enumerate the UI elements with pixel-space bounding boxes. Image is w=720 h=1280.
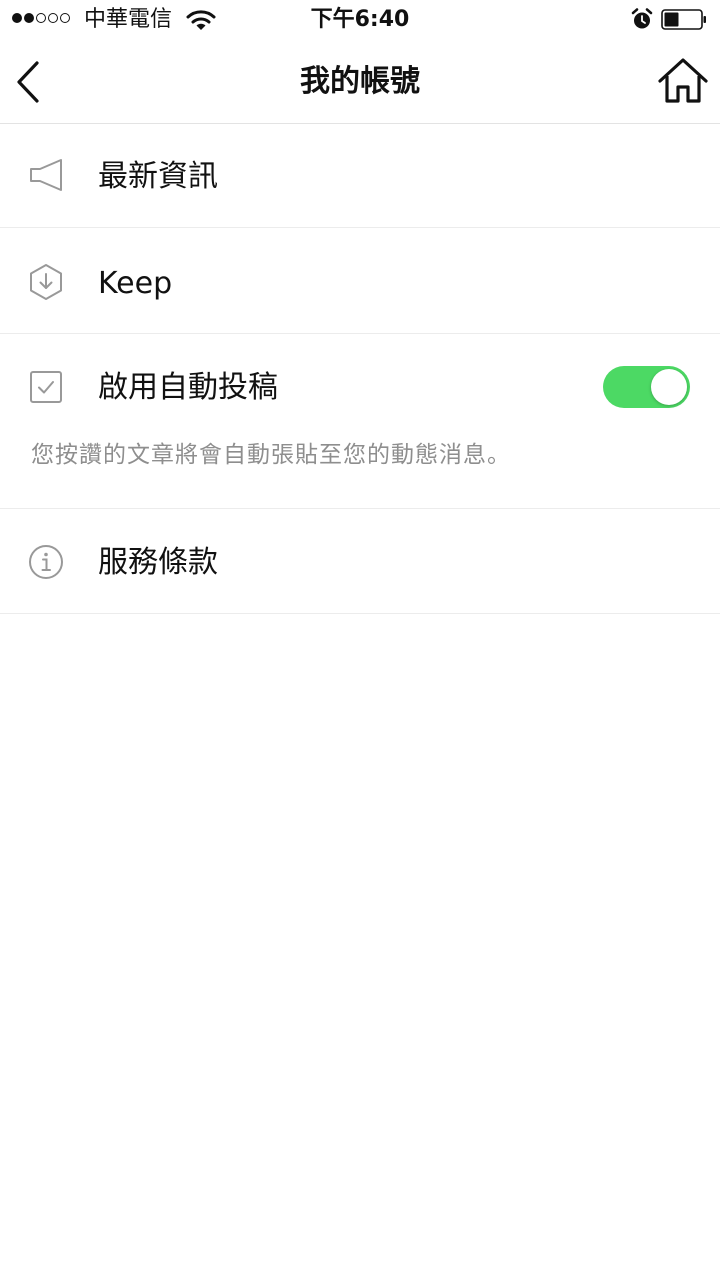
- menu-item-keep[interactable]: Keep: [0, 228, 720, 334]
- page-title: 我的帳號: [300, 64, 420, 99]
- checkbox-icon: [30, 371, 62, 403]
- status-bar: 中華電信 下午6:40: [0, 0, 720, 40]
- menu-item-news[interactable]: 最新資訊: [0, 124, 720, 228]
- battery-icon: [661, 9, 706, 30]
- info-icon: [29, 545, 63, 579]
- menu-item-label: 啟用自動投稿: [98, 370, 278, 405]
- menu-item-label: Keep: [98, 266, 173, 301]
- auto-post-toggle[interactable]: [603, 366, 690, 408]
- navigation-bar: 我的帳號: [0, 40, 720, 124]
- menu-item-label: 服務條款: [98, 545, 218, 580]
- megaphone-icon: [30, 159, 62, 191]
- status-time: 下午6:40: [310, 7, 410, 32]
- menu-item-auto-post: 啟用自動投稿 您按讚的文章將會自動張貼至您的動態消息。: [0, 334, 720, 509]
- toggle-knob: [651, 369, 687, 405]
- alarm-icon: [631, 8, 653, 29]
- menu-item-terms[interactable]: 服務條款: [0, 509, 720, 614]
- auto-post-description: 您按讚的文章將會自動張貼至您的動態消息。: [31, 442, 511, 468]
- home-button[interactable]: [656, 56, 710, 106]
- menu-item-label: 最新資訊: [98, 159, 218, 194]
- keep-hexagon-icon: [30, 264, 62, 300]
